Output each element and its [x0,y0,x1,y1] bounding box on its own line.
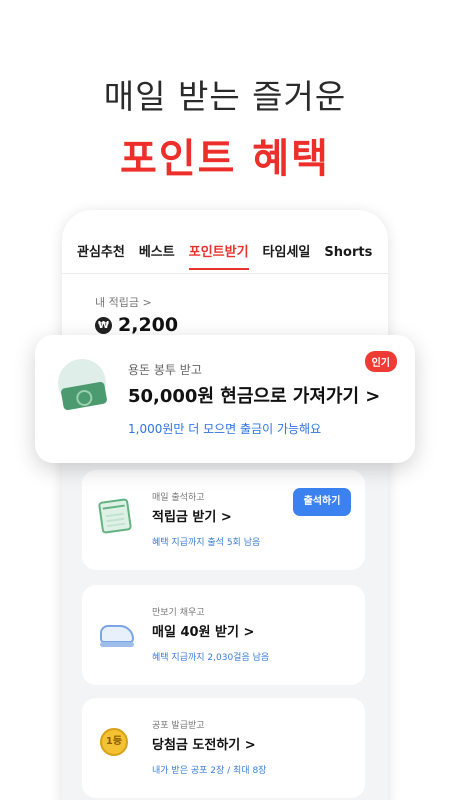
tab-best[interactable]: 베스트 [139,242,175,274]
hero-title: 포인트 혜택 [120,136,330,182]
points-value: 2,200 [118,314,179,336]
promo-hero: 매일 받는 즐거운 포인트 혜택 [0,70,450,184]
sneaker-icon [100,615,136,651]
attendance-card[interactable]: 매일 출석하고 적립금 받기 > 혜택 지급까지 출석 5회 남음 출석하기 [82,470,365,570]
calendar-icon [97,498,136,536]
cash-envelope-popup[interactable]: 용돈 봉투 받고 50,000원 현금으로 가져가기 > 1,000원만 더 모… [35,335,415,463]
popup-title-link[interactable]: 50,000원 현금으로 가져가기 > [128,382,380,408]
points-balance: ₩ 2,200 [95,314,178,336]
popular-badge: 인기 [364,351,397,372]
card-subtitle: 공포 발급받고 [152,721,205,731]
pedometer-card[interactable]: 만보기 채우고 매일 40원 받기 > 혜택 지급까지 2,030걸음 남음 [82,585,365,685]
coin-icon: 1등 [100,728,136,764]
tab-time-sale[interactable]: 타임세일 [263,242,311,274]
lottery-card[interactable]: 1등 공포 발급받고 당첨금 도전하기 > 내가 받은 공포 2장 / 최대 8… [82,698,365,798]
my-points-link[interactable]: 내 적립금 > [95,294,152,310]
card-title: 적립금 받기 > [152,510,232,525]
popup-note: 1,000원만 더 모으면 출금이 가능해요 [128,422,322,436]
tab-divider [62,273,388,274]
coin-label: 1등 [100,728,128,756]
won-icon: ₩ [95,316,112,334]
card-title: 매일 40원 받기 > [152,625,255,640]
check-in-button[interactable]: 출석하기 [293,488,351,516]
popup-subtitle: 용돈 봉투 받고 [128,363,202,377]
card-note: 혜택 지급까지 2,030걸음 남음 [152,653,270,663]
card-subtitle: 만보기 채우고 [152,608,205,618]
tab-bar: 관심추천 베스트 포인트받기 타임세일 Shorts [62,242,388,274]
tab-recommended[interactable]: 관심추천 [77,242,125,274]
card-title: 당첨금 도전하기 > [152,738,256,753]
card-note: 내가 받은 공포 2장 / 최대 8장 [152,766,267,776]
card-subtitle: 매일 출석하고 [152,493,205,503]
tab-get-points[interactable]: 포인트받기 [188,242,249,274]
card-note: 혜택 지급까지 출석 5회 남음 [152,538,261,548]
tab-shorts[interactable]: Shorts [324,242,372,274]
hero-subtitle: 매일 받는 즐거운 [103,77,347,116]
